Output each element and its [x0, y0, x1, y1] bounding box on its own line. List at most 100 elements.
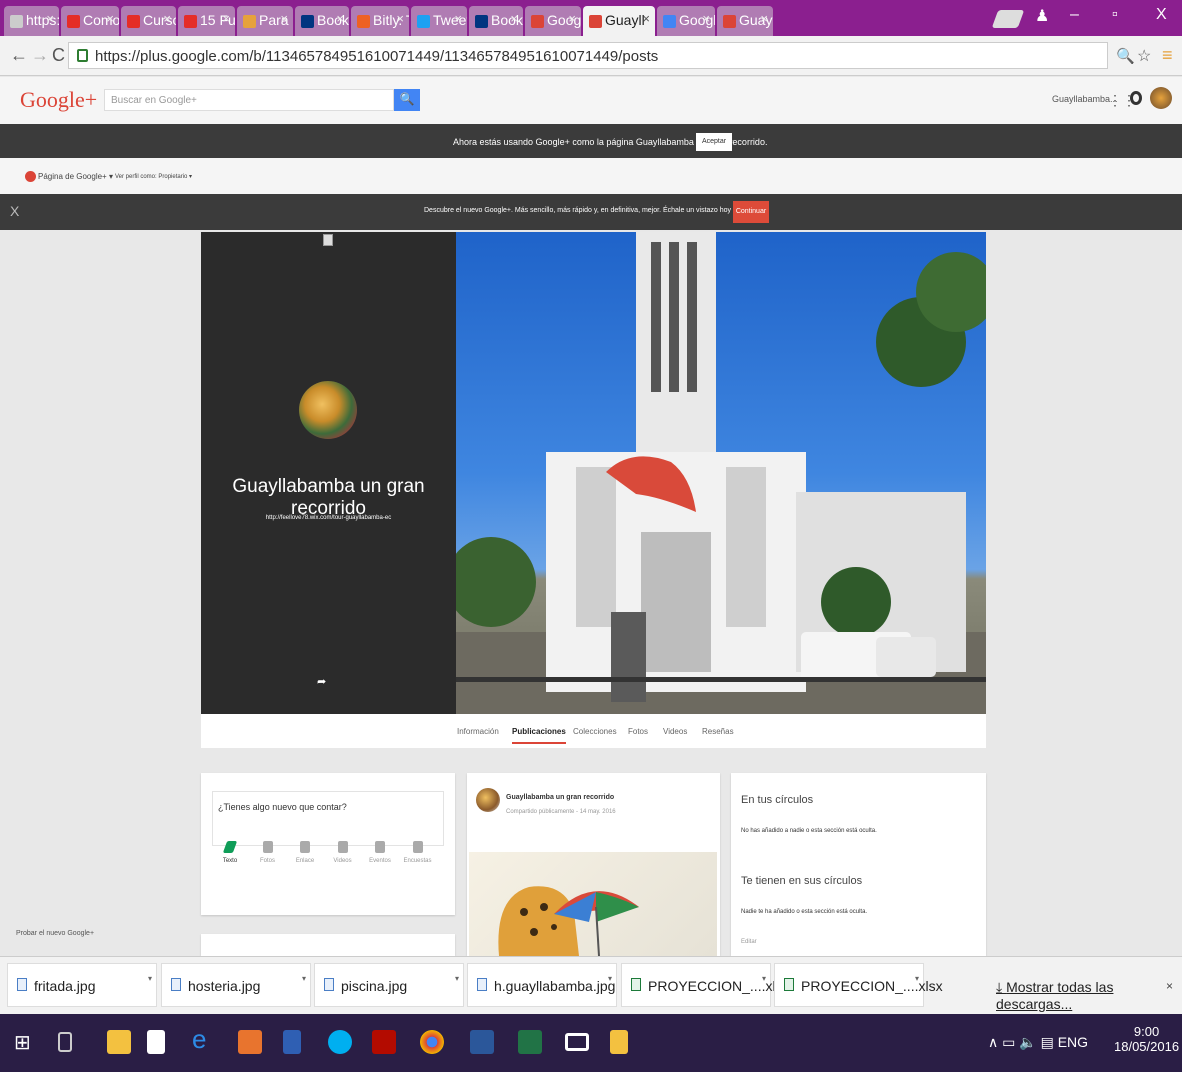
- url-input[interactable]: https://plus.google.com/b/11346578495161…: [68, 42, 1108, 69]
- tab-close-icon[interactable]: ×: [568, 11, 576, 26]
- composer-tool-link[interactable]: Enlace: [287, 841, 323, 864]
- menu-icon[interactable]: ≡: [1162, 45, 1173, 66]
- profile-icon[interactable]: ♟: [1035, 6, 1049, 26]
- minimize-icon[interactable]: –: [1070, 6, 1079, 24]
- composer-input[interactable]: ¿Tienes algo nuevo que contar?: [212, 791, 444, 846]
- composer-tool-events[interactable]: Eventos: [362, 841, 398, 864]
- browser-tab[interactable]: Para q×: [237, 6, 293, 36]
- browser-tab[interactable]: Bookin×: [295, 6, 349, 36]
- browser-tab[interactable]: Guayll×: [717, 6, 773, 36]
- composer-tool-text[interactable]: Texto: [212, 841, 248, 864]
- tab-close-icon[interactable]: ×: [163, 11, 171, 26]
- close-downloads-button[interactable]: ×: [1166, 979, 1173, 993]
- download-menu-icon[interactable]: ▾: [455, 974, 459, 983]
- gplus-logo[interactable]: Google+: [20, 87, 97, 113]
- tab-close-icon[interactable]: ×: [454, 11, 462, 26]
- download-item[interactable]: PROYECCION_....xlsx ▾: [774, 963, 943, 1007]
- post-image[interactable]: [469, 852, 717, 956]
- browser-tab[interactable]: Bitly. Ti×: [351, 6, 409, 36]
- profile-tab[interactable]: Colecciones: [573, 727, 617, 736]
- browser-tab[interactable]: Bookin×: [469, 6, 523, 36]
- download-item[interactable]: hosteria.jpg ▾: [161, 963, 311, 1007]
- notifications-icon[interactable]: [1130, 91, 1142, 105]
- download-item[interactable]: h.guayllabamba.jpg ▾: [467, 963, 617, 1007]
- view-as-selector[interactable]: Ver perfil como: Propietario ▾: [115, 173, 192, 180]
- search-button[interactable]: 🔍: [394, 89, 420, 111]
- language-indicator[interactable]: ENG: [1058, 1034, 1088, 1050]
- clock[interactable]: 9:00 18/05/2016: [1114, 1024, 1179, 1054]
- skype-icon[interactable]: [328, 1030, 352, 1054]
- browser-tab[interactable]: 15 Fue×: [178, 6, 235, 36]
- composer-tool-polls[interactable]: Encuestas: [400, 841, 436, 864]
- acrobat-icon[interactable]: [372, 1030, 396, 1054]
- media-icon[interactable]: [283, 1030, 301, 1054]
- tab-close-icon[interactable]: ×: [222, 11, 230, 26]
- restore-icon[interactable]: ▫: [1112, 6, 1118, 24]
- download-item[interactable]: fritada.jpg ▾: [7, 963, 157, 1007]
- tab-close-icon[interactable]: ×: [396, 11, 404, 26]
- download-item[interactable]: PROYECCION_....xlsx ▾: [621, 963, 790, 1007]
- folder-icon[interactable]: [610, 1030, 628, 1054]
- app-icon[interactable]: [238, 1030, 262, 1054]
- bookmark-star-icon[interactable]: ☆: [1137, 46, 1151, 66]
- tab-close-icon[interactable]: ×: [336, 11, 344, 26]
- download-menu-icon[interactable]: ▾: [302, 974, 306, 983]
- avatar[interactable]: [1150, 87, 1172, 109]
- show-all-downloads-link[interactable]: ⤓ Mostrar todas las descargas...: [996, 979, 1182, 1012]
- tab-close-icon[interactable]: ×: [46, 11, 54, 26]
- forward-icon[interactable]: →: [31, 45, 49, 66]
- accept-button[interactable]: Aceptar: [696, 133, 732, 151]
- file-explorer-icon[interactable]: [107, 1030, 131, 1054]
- download-menu-icon[interactable]: ▾: [608, 974, 612, 983]
- browser-tab[interactable]: Tweets×: [411, 6, 467, 36]
- share-icon[interactable]: ➦: [317, 675, 326, 688]
- profile-tab[interactable]: Reseñas: [702, 727, 734, 736]
- mail-icon[interactable]: [565, 1033, 589, 1051]
- continue-button[interactable]: Continuar: [733, 201, 769, 223]
- composer-tool-photos[interactable]: Fotos: [250, 841, 286, 864]
- page-selector[interactable]: Página de Google+ ▾: [38, 172, 113, 181]
- zoom-icon[interactable]: 🔍: [1116, 47, 1135, 65]
- word-icon[interactable]: [470, 1030, 494, 1054]
- dismiss-banner-button[interactable]: X: [10, 203, 19, 219]
- tab-close-icon[interactable]: ×: [760, 11, 768, 26]
- excel-icon[interactable]: [518, 1030, 542, 1054]
- store-icon[interactable]: [147, 1030, 165, 1054]
- post-author[interactable]: Guayllabamba un gran recorrido: [506, 794, 614, 801]
- page-avatar[interactable]: [299, 381, 357, 439]
- tab-close-icon[interactable]: ×: [510, 11, 518, 26]
- browser-tab[interactable]: Google×: [657, 6, 715, 36]
- tab-close-icon[interactable]: ×: [280, 11, 288, 26]
- new-tab-button[interactable]: [991, 10, 1025, 28]
- download-item[interactable]: piscina.jpg ▾: [314, 963, 464, 1007]
- browser-tab[interactable]: https:/×: [4, 6, 59, 36]
- profile-tab[interactable]: Videos: [663, 727, 687, 736]
- cover-photo[interactable]: [456, 232, 986, 714]
- browser-tab[interactable]: Google×: [525, 6, 581, 36]
- close-window-icon[interactable]: X: [1156, 6, 1167, 24]
- profile-tab[interactable]: Información: [457, 727, 499, 736]
- profile-tab[interactable]: Publicaciones: [512, 727, 566, 744]
- chrome-icon[interactable]: [420, 1030, 444, 1054]
- tab-close-icon[interactable]: ×: [702, 11, 710, 26]
- task-view-icon[interactable]: [58, 1032, 72, 1052]
- back-icon[interactable]: ←: [10, 45, 28, 66]
- browser-tab[interactable]: Como ×: [61, 6, 119, 36]
- browser-tab[interactable]: Guayll×: [583, 6, 655, 36]
- tab-close-icon[interactable]: ×: [642, 11, 650, 26]
- download-menu-icon[interactable]: ▾: [148, 974, 152, 983]
- post-author-avatar[interactable]: [476, 788, 500, 812]
- system-tray[interactable]: ∧ ▭ 🔈 ▤ ENG: [988, 1034, 1088, 1051]
- download-menu-icon[interactable]: ▾: [915, 974, 919, 983]
- browser-tab[interactable]: Curso×: [121, 6, 176, 36]
- search-input[interactable]: Buscar en Google+: [104, 89, 394, 111]
- start-icon[interactable]: ⊞: [14, 1030, 38, 1054]
- tab-close-icon[interactable]: ×: [106, 11, 114, 26]
- profile-tab[interactable]: Fotos: [628, 727, 648, 736]
- reload-icon[interactable]: C: [52, 45, 65, 66]
- download-menu-icon[interactable]: ▾: [762, 974, 766, 983]
- edit-link[interactable]: Editar: [741, 939, 757, 945]
- composer-tool-videos[interactable]: Videos: [325, 841, 361, 864]
- try-new-gplus-link[interactable]: Probar el nuevo Google+: [16, 930, 94, 937]
- page-url-link[interactable]: http://feellove78.wix.com/tour-guayllaba…: [201, 515, 456, 521]
